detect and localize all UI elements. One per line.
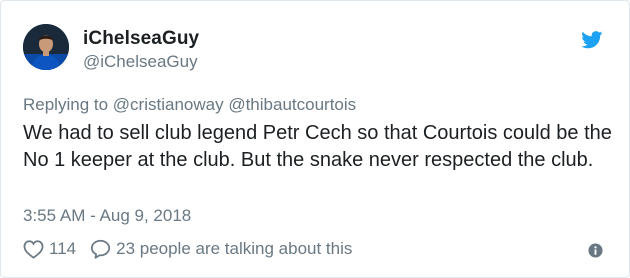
author-handle[interactable]: @iChelseaGuy: [83, 52, 198, 72]
twitter-bird-icon[interactable]: [581, 31, 603, 49]
mention-link-cristianoway[interactable]: @cristianoway: [113, 95, 224, 114]
talking-about-text: 23 people are talking about this: [116, 239, 353, 258]
like-count: 114: [49, 239, 77, 258]
heart-icon: [23, 239, 44, 259]
author-name[interactable]: iChelseaGuy: [83, 28, 199, 50]
tweet-card: iChelseaGuy @iChelseaGuy Replying to @cr…: [0, 0, 630, 278]
replying-to-label: Replying to: [23, 95, 109, 114]
info-icon[interactable]: [588, 243, 603, 258]
tweet-text: We had to sell club legend Petr Cech so …: [23, 122, 612, 171]
avatar[interactable]: [23, 24, 69, 70]
speech-bubble-icon: [91, 239, 111, 259]
replying-to-line: Replying to @cristianoway @thibautcourto…: [23, 95, 356, 115]
tweet-actions: 114 23 people are talking about this: [23, 239, 352, 259]
tweet-timestamp[interactable]: 3:55 AM - Aug 9, 2018: [23, 206, 191, 226]
mention-link-thibautcourtois[interactable]: @thibautcourtois: [228, 95, 356, 114]
conversation-button[interactable]: 23 people are talking about this: [90, 239, 352, 259]
like-button[interactable]: 114: [23, 239, 90, 259]
